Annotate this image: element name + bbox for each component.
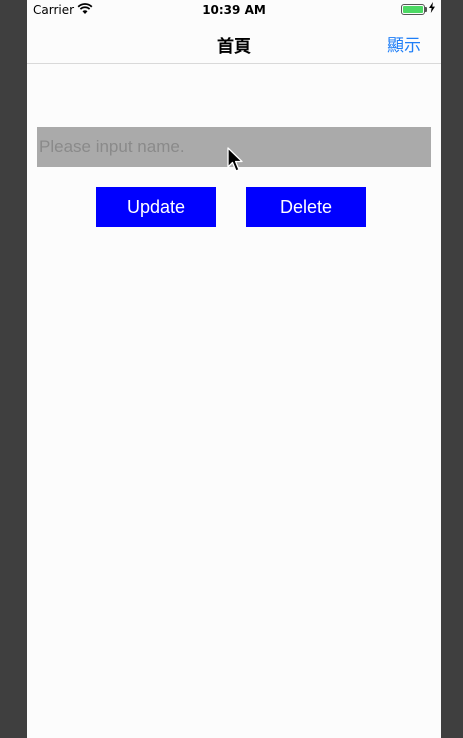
status-bar: Carrier 10:39 AM [27, 0, 441, 20]
page-title: 首頁 [217, 37, 251, 57]
battery-icon [401, 4, 425, 15]
clock-time: 10:39 AM [202, 3, 266, 17]
charging-bolt-icon [429, 2, 435, 16]
update-button[interactable]: Update [96, 187, 216, 227]
delete-button[interactable]: Delete [246, 187, 366, 227]
arrow-pointer-icon [227, 147, 245, 179]
app-screen: Carrier 10:39 AM 首頁 顯示 Update Delete [27, 0, 441, 738]
battery-tip [425, 7, 427, 12]
show-button[interactable]: 顯示 [387, 31, 421, 56]
navigation-bar: 首頁 顯示 [27, 20, 441, 64]
